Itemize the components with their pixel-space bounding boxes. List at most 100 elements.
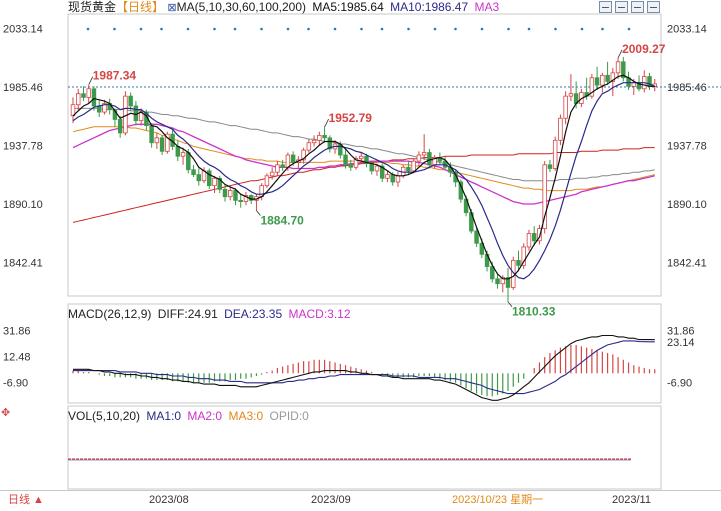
signal-dot [407, 27, 410, 31]
candle-body [526, 233, 532, 248]
price-header: 现货黄金【日线】 ⊠MA(5,10,30,60,100,200) MA5:198… [68, 0, 499, 15]
candle-body [285, 154, 291, 168]
price-y-tick-left: 1842.41 [3, 257, 43, 269]
candle-body [411, 160, 416, 172]
macd-y-tick-left: -6.90 [3, 378, 28, 390]
dea-line [73, 340, 655, 395]
candle-body [175, 146, 181, 157]
candle-body [311, 139, 317, 144]
candle-body [317, 134, 322, 141]
restore-icon[interactable] [631, 1, 644, 13]
signal-dot [360, 27, 363, 31]
candle-body [233, 190, 238, 201]
candle-body [343, 154, 348, 166]
candle-body [594, 77, 600, 86]
candle-body [154, 137, 160, 144]
candle-body [568, 93, 574, 97]
candle-body [531, 233, 537, 242]
crosshair-icon[interactable]: ✥ [1, 406, 10, 420]
macd-y-tick-left: 31.86 [3, 325, 31, 337]
price-y-tick-right: 1985.46 [667, 82, 707, 94]
signal-dot [527, 27, 531, 31]
signal-dot [380, 27, 384, 31]
zoom-in-icon[interactable] [615, 1, 628, 13]
ma-settings-icon[interactable]: ⊠ [167, 2, 176, 14]
macd-header: MACD(26,12,9) DIFF:24.91 DEA:23.35 MACD:… [68, 307, 351, 321]
signal-dot [213, 27, 216, 31]
annotation-label: 1884.70 [260, 214, 304, 228]
ma10-value: MA10:1986.47 [390, 0, 469, 14]
candle-body [275, 164, 280, 173]
candle-body [390, 174, 395, 183]
candle-body [495, 278, 500, 285]
signal-dot [433, 27, 437, 31]
date-label-nov: 2023/11 [612, 494, 651, 506]
signal-dot [260, 27, 263, 31]
signal-dot [480, 27, 484, 31]
candle-body [86, 88, 91, 98]
macd-y-tick-right: -6.90 [667, 378, 692, 390]
candle-body [264, 175, 270, 187]
candle-body [81, 93, 86, 98]
candle-body [117, 119, 123, 134]
signal-dot [307, 27, 310, 31]
candle-body [290, 154, 296, 163]
candle-body [369, 163, 374, 172]
period-label[interactable]: 【日线】 [116, 0, 164, 14]
ma5-value: MA5:1985.64 [312, 0, 384, 14]
price-y-tick-right: 1842.41 [667, 257, 707, 269]
annotation-label: 1952.79 [329, 111, 373, 125]
candle-body [191, 169, 196, 176]
date-label-aug: 2023/08 [149, 494, 189, 506]
signal-dot [580, 27, 584, 31]
vol-ma1: MA1:0 [146, 409, 182, 423]
candle-body [605, 74, 610, 82]
candle-body [306, 142, 312, 151]
candle-body [322, 134, 327, 139]
annotation-label: 1810.33 [512, 305, 556, 319]
diff-line [73, 334, 655, 401]
signal-dot [333, 27, 337, 31]
macd-y-tick-right: 23.14 [667, 337, 695, 349]
candle-body [406, 166, 411, 172]
candle-body [180, 152, 186, 157]
price-y-tick-left: 1890.10 [3, 199, 43, 211]
macd-histogram [72, 344, 656, 397]
candle-body [76, 93, 81, 106]
vol-header: VOL(5,10,20) MA1:0 MA2:0 MA3:0 OPID:0 [68, 409, 309, 423]
ma30-line [72, 123, 655, 205]
ma3-value: MA3 [474, 0, 500, 14]
signal-dot [286, 27, 290, 31]
macd-y-ticks: 31.8612.48-6.9031.8623.14-6.90 [3, 325, 695, 389]
signal-dot [627, 27, 631, 31]
zoom-out-icon[interactable] [599, 1, 612, 13]
candle-body [149, 125, 154, 144]
candle-body [416, 154, 422, 162]
price-y-tick-left: 1985.46 [3, 82, 43, 94]
settings-icon[interactable] [647, 1, 660, 13]
date-label-sep: 2023/09 [311, 494, 351, 506]
macd-diff: DIFF:24.91 [157, 307, 218, 321]
vol-params: VOL(5,10,20) [68, 409, 141, 423]
signal-dot [113, 27, 116, 31]
price-y-tick-left: 2033.14 [3, 24, 43, 36]
period-tab[interactable]: 日线 ▲ [8, 491, 44, 509]
chart-stage: 2033.14 2033.14 1985.46 1985.46 1937.78 1937.… [0, 0, 721, 511]
vol-ma2: MA2:0 [187, 409, 223, 423]
annotation-label: 2009.27 [622, 42, 666, 56]
candle-body [186, 152, 191, 171]
candle-body [547, 164, 553, 169]
candle-body [427, 152, 432, 166]
signal-dot [554, 27, 557, 31]
candle-body [600, 74, 605, 86]
candle-body [212, 177, 217, 187]
candle-body [558, 117, 563, 141]
ma-params: MA(5,10,30,60,100,200) [176, 0, 307, 14]
signal-dot [507, 27, 510, 31]
signal-dot [86, 27, 90, 31]
macd-params: MACD(26,12,9) [68, 307, 152, 321]
signal-dot [186, 27, 190, 31]
vol-ma3: MA3:0 [228, 409, 264, 423]
candle-body [269, 171, 275, 177]
candle-body [91, 88, 97, 107]
